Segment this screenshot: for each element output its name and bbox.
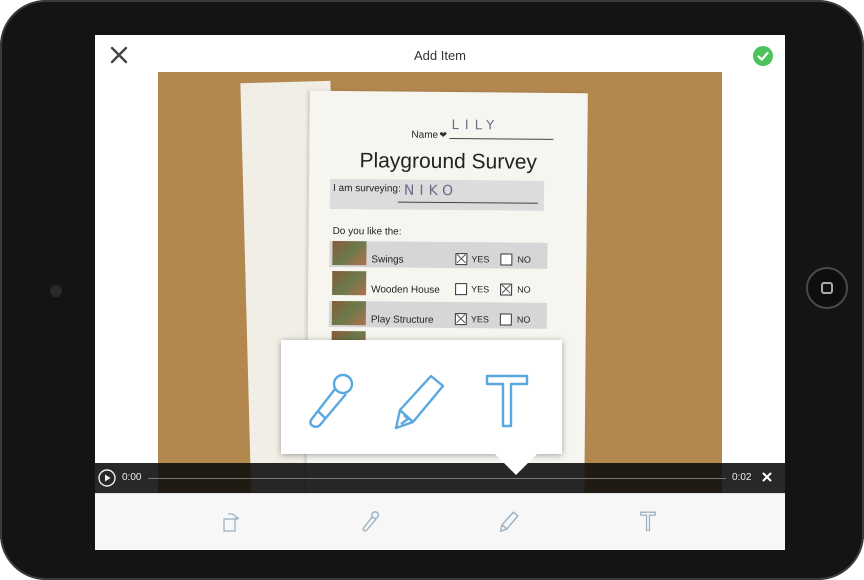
no-checkbox: [500, 283, 513, 296]
question-label: Do you like the:: [332, 225, 402, 238]
close-icon: [762, 472, 772, 482]
no-label: NO: [517, 284, 531, 295]
row-thumbnail: [332, 270, 367, 296]
survey-row: Wooden House YES NO: [329, 270, 547, 299]
row-thumbnail: [331, 300, 367, 326]
surveying-value: NIKO: [403, 182, 459, 200]
play-button[interactable]: [98, 469, 116, 487]
text-icon: [640, 511, 656, 532]
popup-microphone-button[interactable]: [301, 370, 357, 430]
checkmark-icon: [757, 51, 769, 61]
bottom-toolbar: [95, 493, 785, 550]
survey-row: Swings YES NO: [329, 240, 548, 269]
tablet-frame: Add Item Name ❤ LILY Playground Survey I…: [0, 0, 864, 580]
surveying-block: I am surveying: NIKO: [329, 178, 545, 211]
done-button[interactable]: [753, 46, 773, 66]
row-label: Wooden House: [371, 284, 440, 296]
rotate-icon: [223, 513, 240, 532]
close-button[interactable]: [107, 43, 131, 67]
microphone-button[interactable]: [359, 510, 381, 532]
name-line: [449, 138, 554, 140]
name-label: Name: [411, 129, 439, 141]
text-button[interactable]: [637, 510, 659, 532]
screen: Add Item Name ❤ LILY Playground Survey I…: [95, 35, 785, 550]
row-label: Swings: [371, 254, 404, 266]
top-bar: Add Item: [95, 35, 785, 75]
yes-checkbox: [455, 283, 468, 296]
survey-title: Playground Survey: [359, 149, 538, 174]
microphone-icon: [309, 373, 354, 428]
pencil-button[interactable]: [498, 510, 520, 532]
yes-label: YES: [471, 284, 490, 295]
pencil-icon: [394, 374, 445, 430]
text-icon: [485, 374, 529, 428]
no-checkbox: [499, 313, 512, 326]
yes-checkbox: [454, 313, 467, 326]
name-value: LILY: [451, 118, 501, 134]
row-label: Play Structure: [370, 314, 434, 326]
heart-icon: ❤: [439, 129, 448, 140]
yes-label: YES: [470, 314, 489, 325]
annotation-popup: [281, 340, 562, 454]
popup-text-button[interactable]: [479, 370, 535, 430]
surveying-label: I am surveying:: [332, 183, 401, 195]
home-icon: [821, 282, 833, 294]
yes-checkbox: [455, 253, 468, 266]
home-button[interactable]: [806, 267, 848, 309]
close-icon: [110, 46, 128, 64]
progress-track[interactable]: [148, 478, 726, 479]
audio-player-bar: 0:00 0:02: [95, 463, 785, 493]
survey-row: Play Structure YES NO: [328, 300, 547, 329]
time-elapsed: 0:00: [122, 472, 142, 483]
time-total: 0:02: [732, 472, 752, 483]
microphone-icon: [362, 511, 380, 532]
rotate-button[interactable]: [220, 510, 242, 532]
popup-pencil-button[interactable]: [391, 370, 447, 430]
play-icon: [98, 469, 116, 487]
pencil-icon: [499, 511, 519, 532]
no-label: NO: [517, 254, 531, 265]
surveying-line: [397, 201, 538, 204]
page-title: Add Item: [413, 48, 467, 63]
camera: [50, 285, 62, 297]
row-thumbnail: [332, 240, 367, 266]
no-label: NO: [516, 314, 531, 325]
no-checkbox: [500, 253, 513, 266]
popup-pointer: [494, 453, 538, 475]
close-player-button[interactable]: [760, 470, 774, 484]
yes-label: YES: [471, 254, 490, 265]
